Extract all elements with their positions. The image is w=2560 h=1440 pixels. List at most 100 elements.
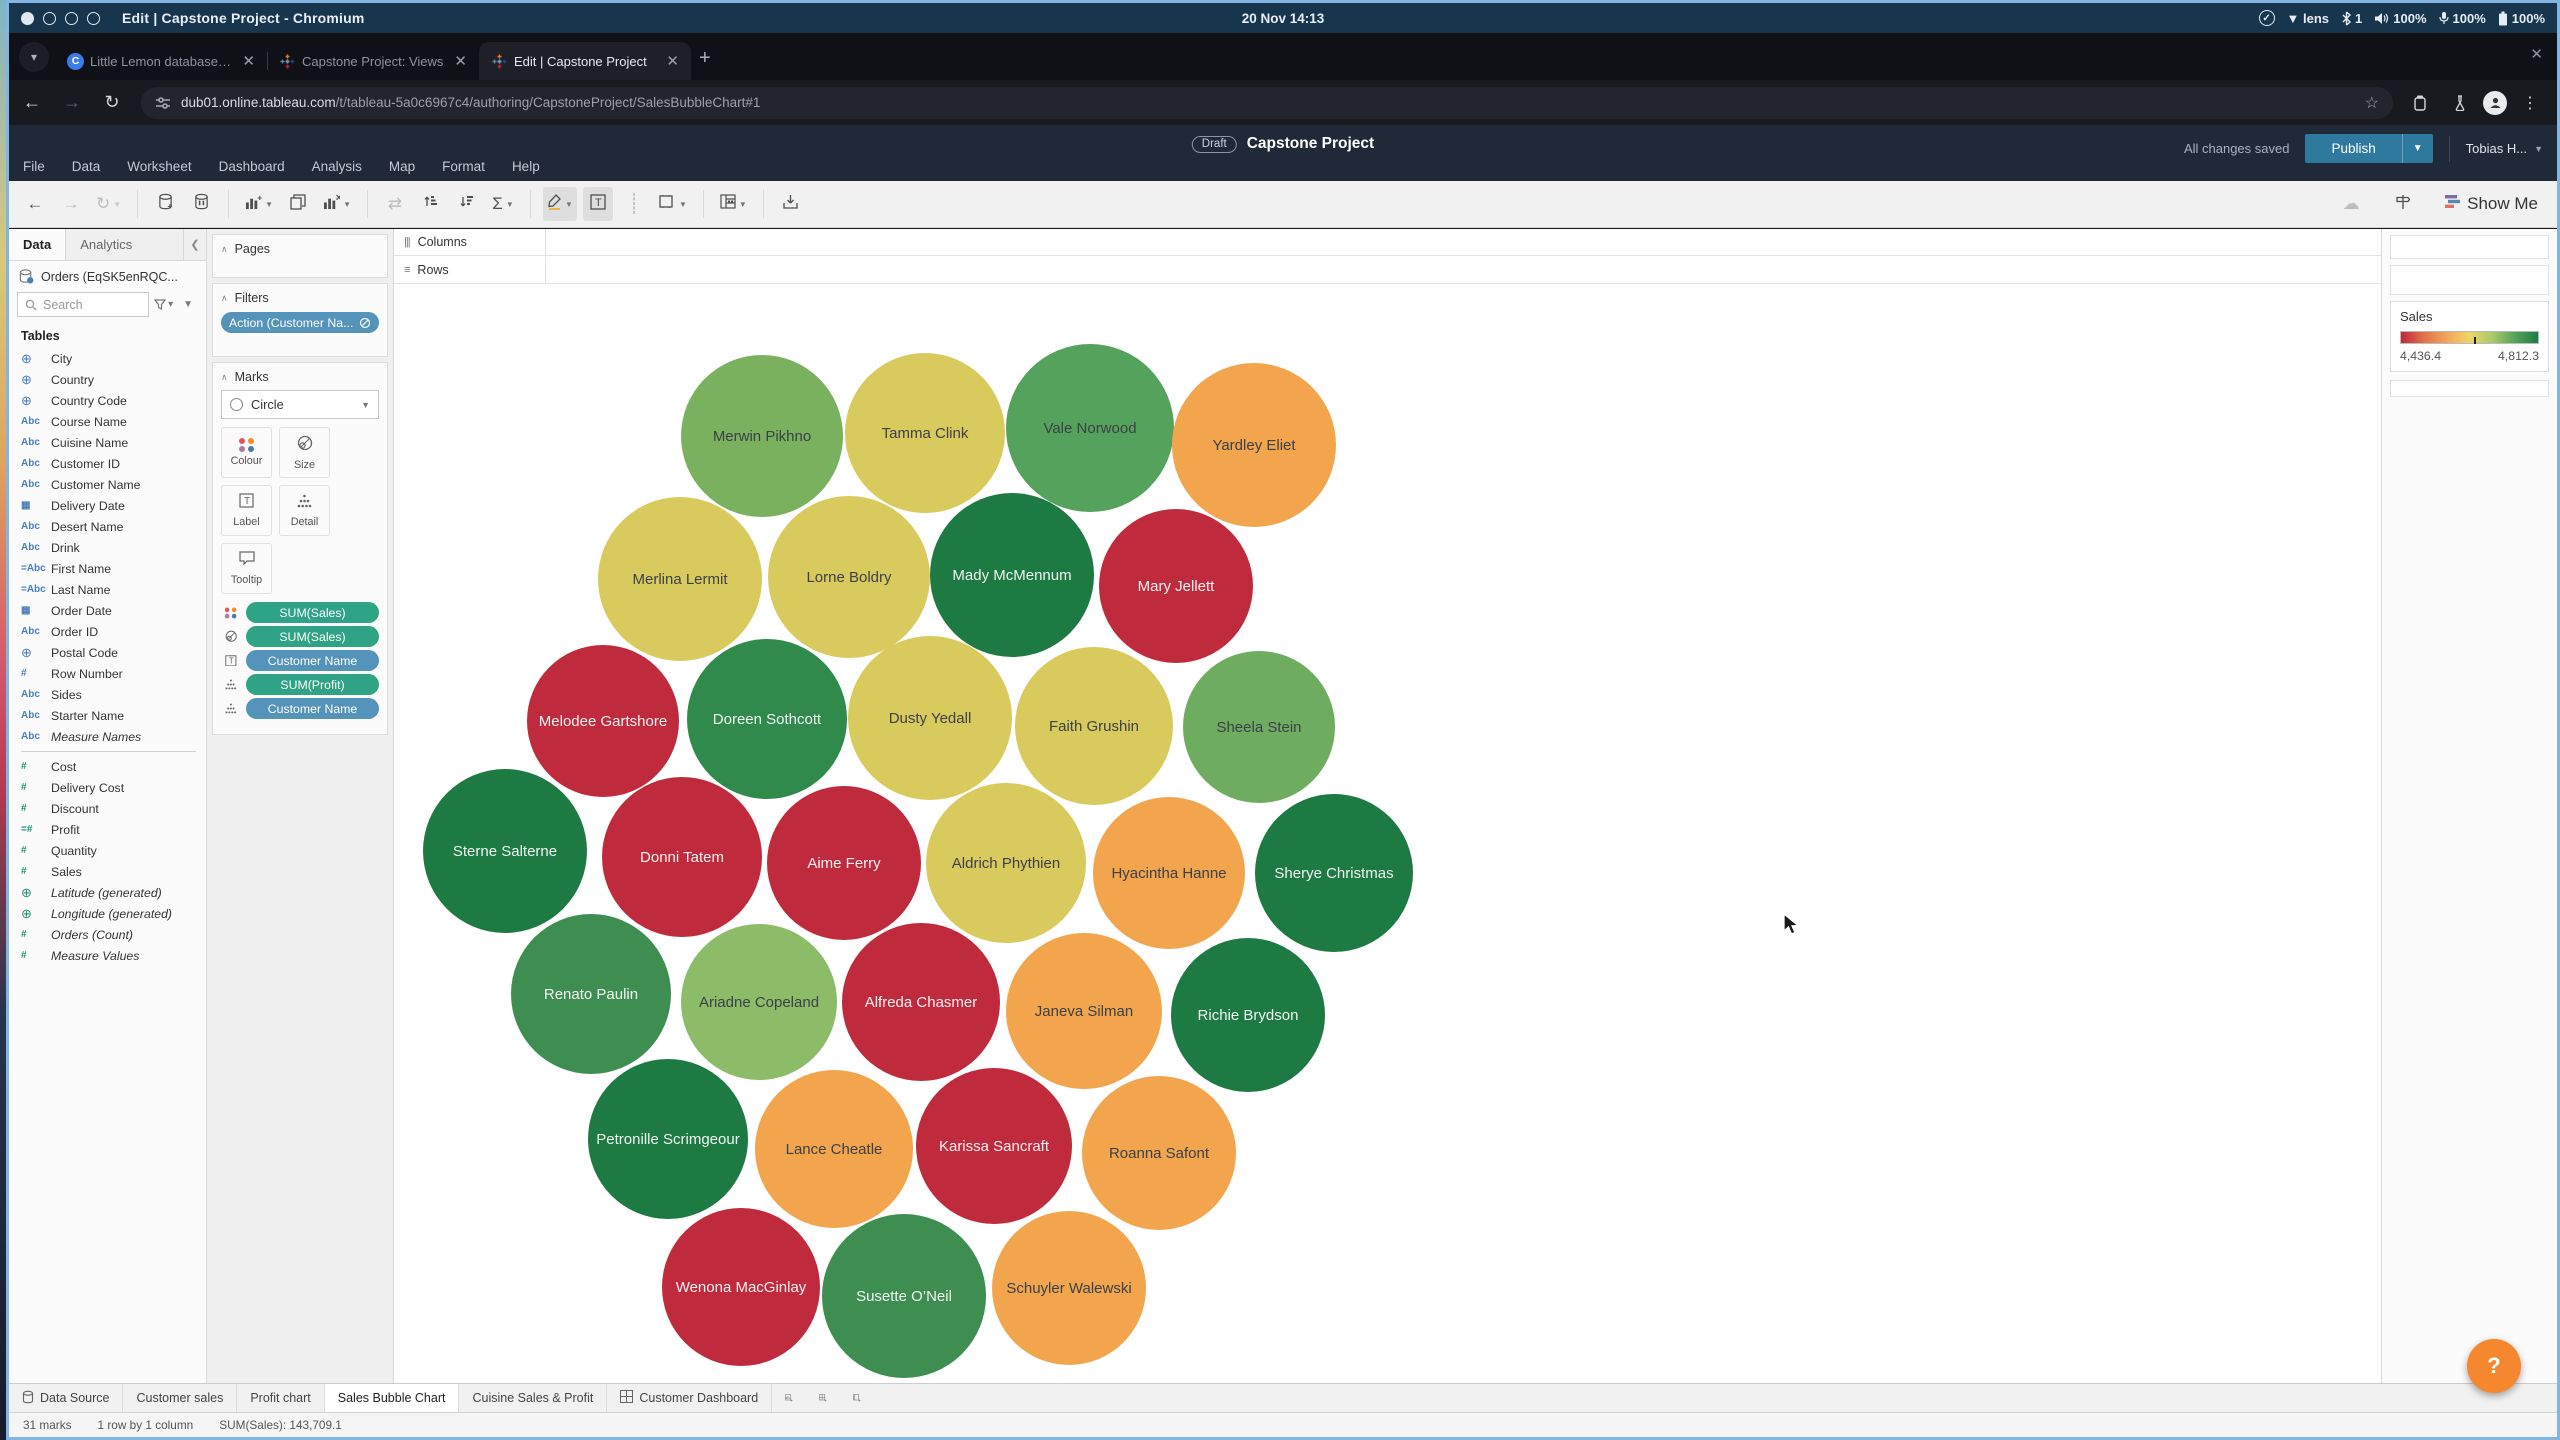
labs-flask-icon[interactable]	[2443, 86, 2477, 120]
sheet-tab-sales-bubble-chart[interactable]: Sales Bubble Chart	[325, 1384, 460, 1412]
field-country-code[interactable]: ⊕Country Code	[9, 390, 206, 411]
field-latitude-generated-[interactable]: ⊕Latitude (generated)	[9, 882, 206, 903]
label-button[interactable]: TLabel	[221, 485, 272, 536]
new-story-tab-button[interactable]: +	[840, 1384, 874, 1412]
bubble-mark[interactable]: Roanna Safont	[1082, 1076, 1236, 1230]
marks-pill[interactable]: SUM(Sales)	[246, 626, 379, 647]
field-first-name[interactable]: =AbcFirst Name	[9, 558, 206, 579]
swap-rows-columns-button[interactable]: ⇄	[380, 187, 410, 221]
bubble-mark[interactable]: Aldrich Phythien	[926, 783, 1086, 943]
system-tray[interactable]: ✓ ▼ lens 1 100% 100% 100%	[2259, 10, 2545, 26]
field-customer-name[interactable]: AbcCustomer Name	[9, 474, 206, 495]
bubble-mark[interactable]: Sheela Stein	[1183, 651, 1335, 803]
bubble-mark[interactable]: Janeva Silman	[1006, 933, 1162, 1089]
field-order-date[interactable]: ▦Order Date	[9, 600, 206, 621]
new-worksheet-tab-button[interactable]: +	[772, 1384, 806, 1412]
marks-pill[interactable]: Customer Name	[246, 698, 379, 719]
rows-shelf[interactable]: ≡Rows	[394, 257, 2381, 284]
reload-button[interactable]: ↻	[95, 86, 129, 120]
tab-search-button[interactable]: ▾	[19, 42, 49, 72]
marks-card[interactable]: ∧Marks Circle ▼ ColourSizeTLabelDetailTo…	[212, 362, 388, 735]
pane-options-caret[interactable]: ▼	[178, 299, 198, 310]
sheet-tab-profit-chart[interactable]: Profit chart	[237, 1384, 324, 1412]
marks-pill[interactable]: SUM(Profit)	[246, 674, 379, 695]
field-last-name[interactable]: =AbcLast Name	[9, 579, 206, 600]
field-drink[interactable]: AbcDrink	[9, 537, 206, 558]
mark-type-dropdown[interactable]: Circle ▼	[221, 390, 379, 419]
bubble-mark[interactable]: Dusty Yedall	[848, 636, 1012, 800]
publish-button[interactable]: Publish	[2305, 134, 2401, 163]
marks-pill[interactable]: Customer Name	[246, 650, 379, 671]
sheet-tab-customer-dashboard[interactable]: Customer Dashboard	[607, 1384, 772, 1412]
bubble-mark[interactable]: Wenona MacGinlay	[662, 1208, 820, 1366]
menu-format[interactable]: Format	[442, 159, 485, 174]
size-button[interactable]: Size	[279, 427, 330, 478]
window-controls[interactable]	[21, 12, 100, 25]
sort-descending-button[interactable]	[452, 187, 482, 221]
new-tab-button[interactable]: +	[699, 47, 711, 70]
field-profit[interactable]: =#Profit	[9, 819, 206, 840]
field-sides[interactable]: AbcSides	[9, 684, 206, 705]
undo-button[interactable]: ←	[20, 187, 50, 221]
collapse-pane-icon[interactable]: ❮	[184, 229, 206, 260]
cloud-button[interactable]: ☁	[2336, 187, 2366, 221]
menu-map[interactable]: Map	[389, 159, 415, 174]
highlight-button[interactable]: ▼	[543, 187, 577, 221]
field-starter-name[interactable]: AbcStarter Name	[9, 705, 206, 726]
detail-button[interactable]: Detail	[279, 485, 330, 536]
field-measure-names[interactable]: AbcMeasure Names	[9, 726, 206, 747]
sheet-tab-data-source[interactable]: Data Source	[9, 1384, 123, 1412]
window-maximize-dot[interactable]	[65, 12, 78, 25]
tab-close-icon[interactable]: ✕	[238, 52, 259, 70]
pages-card[interactable]: ∧Pages	[212, 234, 388, 278]
bubble-mark[interactable]: Merlina Lermit	[598, 497, 762, 661]
browser-tab[interactable]: Capstone Project: Views✕	[267, 42, 479, 80]
text-label-button[interactable]: T	[583, 187, 613, 221]
user-menu[interactable]: Tobias H...▼	[2466, 141, 2543, 156]
field-orders-count-[interactable]: #Orders (Count)	[9, 924, 206, 945]
bubble-mark[interactable]: Lorne Boldry	[768, 496, 930, 658]
new-worksheet-button[interactable]: +▼	[241, 187, 277, 221]
browser-menu-icon[interactable]: ⋮	[2513, 86, 2547, 120]
field-delivery-date[interactable]: ▦Delivery Date	[9, 495, 206, 516]
bubble-mark[interactable]: Melodee Gartshore	[527, 645, 679, 797]
field-delivery-cost[interactable]: #Delivery Cost	[9, 777, 206, 798]
show-cards-button[interactable]: ▼	[716, 187, 751, 221]
bubble-mark[interactable]: Mady McMennum	[930, 493, 1094, 657]
bubble-mark[interactable]: Petronille Scrimgeour	[588, 1059, 748, 1219]
forward-button[interactable]: →	[55, 86, 89, 120]
pause-data-button[interactable]	[186, 187, 216, 221]
bubble-mark[interactable]: Schuyler Walewski	[992, 1211, 1146, 1365]
bubble-mark[interactable]: Aime Ferry	[767, 786, 921, 940]
marks-pill[interactable]: SUM(Sales)	[246, 602, 379, 623]
new-dashboard-tab-button[interactable]: +	[806, 1384, 840, 1412]
menu-help[interactable]: Help	[512, 159, 540, 174]
field-quantity[interactable]: #Quantity	[9, 840, 206, 861]
field-order-id[interactable]: AbcOrder ID	[9, 621, 206, 642]
extensions-icon[interactable]	[2403, 86, 2437, 120]
profile-avatar[interactable]	[2483, 91, 2507, 115]
menu-file[interactable]: File	[23, 159, 45, 174]
menu-data[interactable]: Data	[72, 159, 101, 174]
search-input[interactable]: Search	[17, 292, 149, 317]
sheet-tab-cuisine-sales-profit[interactable]: Cuisine Sales & Profit	[459, 1384, 607, 1412]
colour-button[interactable]: Colour	[221, 427, 272, 478]
bubble-mark[interactable]: Hyacintha Hanne	[1093, 797, 1245, 949]
redo-button[interactable]: →	[56, 187, 86, 221]
bubble-mark[interactable]: Vale Norwood	[1006, 344, 1174, 512]
field-cost[interactable]: #Cost	[9, 756, 206, 777]
bookmark-star-icon[interactable]: ☆	[2365, 93, 2379, 113]
duplicate-sheet-button[interactable]	[283, 187, 313, 221]
tab-close-icon[interactable]: ✕	[450, 52, 471, 70]
bubble-mark[interactable]: Susette O’Neil	[822, 1214, 986, 1378]
tab-close-icon[interactable]: ✕	[662, 52, 683, 70]
tooltip-button[interactable]: Tooltip	[221, 543, 272, 594]
share-download-button[interactable]	[776, 187, 806, 221]
bubble-mark[interactable]: Yardley Eliet	[1172, 363, 1336, 527]
menu-dashboard[interactable]: Dashboard	[219, 159, 285, 174]
window-extra-dot[interactable]	[87, 12, 100, 25]
field-country[interactable]: ⊕Country	[9, 369, 206, 390]
field-sales[interactable]: #Sales	[9, 861, 206, 882]
bubble-mark[interactable]: Richie Brydson	[1171, 938, 1325, 1092]
window-close-dot[interactable]	[21, 12, 34, 25]
